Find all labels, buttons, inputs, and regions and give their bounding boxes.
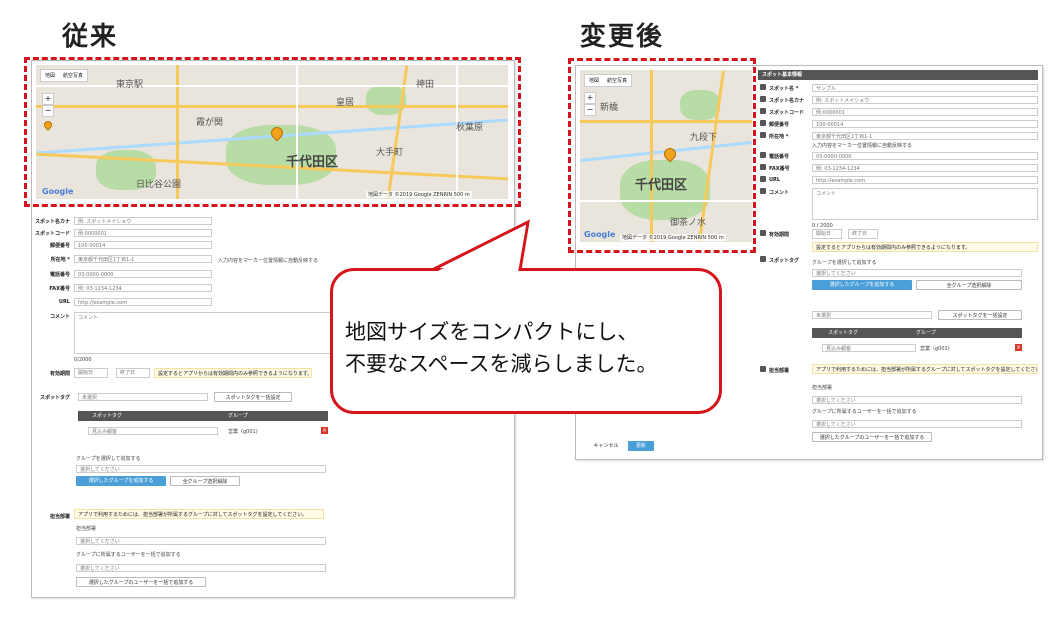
- callout-line-1: 地図サイズをコンパクトにし、: [345, 320, 639, 344]
- callout-line-2: 不要なスペースを減らしました。: [345, 352, 658, 376]
- callout-pointer-mask: [436, 226, 526, 272]
- callout-text: 地図サイズをコンパクトにし、 不要なスペースを減らしました。: [345, 316, 657, 380]
